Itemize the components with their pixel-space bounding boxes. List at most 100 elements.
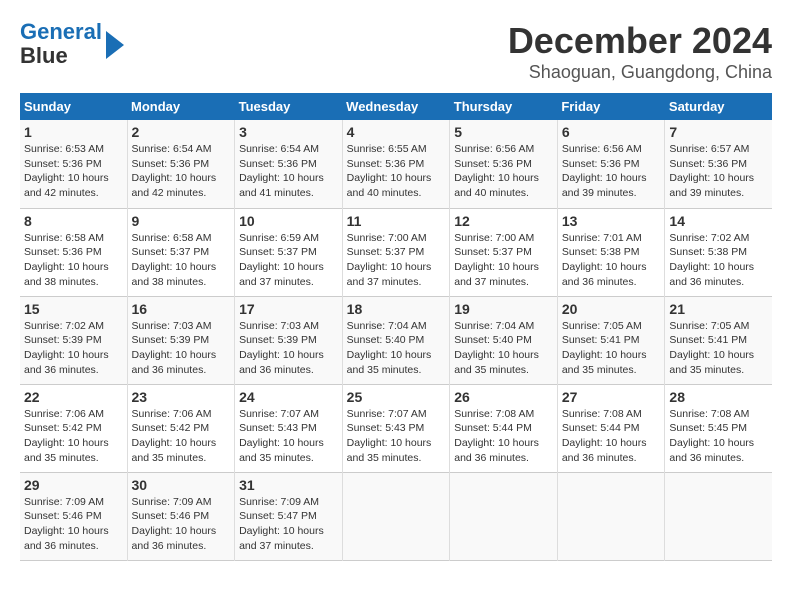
day-cell: 4 Sunrise: 6:55 AM Sunset: 5:36 PM Daylig… [342, 120, 450, 208]
calendar-table: SundayMondayTuesdayWednesdayThursdayFrid… [20, 93, 772, 561]
day-detail: Sunrise: 7:04 AM Sunset: 5:40 PM Dayligh… [347, 320, 432, 376]
day-detail: Sunrise: 7:02 AM Sunset: 5:38 PM Dayligh… [669, 232, 754, 288]
day-number: 21 [669, 301, 768, 317]
day-cell: 2Sunrise: 6:54 AM Sunset: 5:36 PM Daylig… [127, 120, 235, 208]
day-cell: 11 Sunrise: 7:00 AM Sunset: 5:37 PM Dayli… [342, 208, 450, 296]
day-number: 22 [24, 389, 123, 405]
header-row: SundayMondayTuesdayWednesdayThursdayFrid… [20, 93, 772, 120]
day-cell: 23 Sunrise: 7:06 AM Sunset: 5:42 PM Dayli… [127, 384, 235, 472]
header-saturday: Saturday [665, 93, 772, 120]
day-cell: 26Sunrise: 7:08 AM Sunset: 5:44 PM Dayli… [450, 384, 558, 472]
day-number: 2 [132, 124, 231, 140]
day-cell: 17Sunrise: 7:03 AM Sunset: 5:39 PM Dayli… [235, 296, 343, 384]
day-cell: 1Sunrise: 6:53 AM Sunset: 5:36 PM Daylig… [20, 120, 127, 208]
day-cell: 24 Sunrise: 7:07 AM Sunset: 5:43 PM Dayli… [235, 384, 343, 472]
day-cell: 31Sunrise: 7:09 AM Sunset: 5:47 PM Dayli… [235, 472, 343, 560]
day-cell [557, 472, 665, 560]
day-cell: 3Sunrise: 6:54 AM Sunset: 5:36 PM Daylig… [235, 120, 343, 208]
day-detail: Sunrise: 7:05 AM Sunset: 5:41 PM Dayligh… [669, 320, 754, 376]
day-number: 25 [347, 389, 446, 405]
day-detail: Sunrise: 6:55 AM Sunset: 5:36 PM Dayligh… [347, 143, 432, 199]
logo-general: General [20, 19, 102, 44]
day-detail: Sunrise: 6:56 AM Sunset: 5:36 PM Dayligh… [454, 143, 539, 199]
header-tuesday: Tuesday [235, 93, 343, 120]
logo-blue: Blue [20, 43, 68, 68]
day-cell: 28 Sunrise: 7:08 AM Sunset: 5:45 PM Dayli… [665, 384, 772, 472]
day-cell: 13 Sunrise: 7:01 AM Sunset: 5:38 PM Dayli… [557, 208, 665, 296]
logo-text: General Blue [20, 20, 102, 68]
day-detail: Sunrise: 7:02 AM Sunset: 5:39 PM Dayligh… [24, 320, 109, 376]
day-cell: 20 Sunrise: 7:05 AM Sunset: 5:41 PM Dayli… [557, 296, 665, 384]
week-row-5: 29 Sunrise: 7:09 AM Sunset: 5:46 PM Dayli… [20, 472, 772, 560]
day-detail: Sunrise: 7:08 AM Sunset: 5:45 PM Dayligh… [669, 408, 754, 464]
day-detail: Sunrise: 7:07 AM Sunset: 5:43 PM Dayligh… [239, 408, 324, 464]
day-cell: 21 Sunrise: 7:05 AM Sunset: 5:41 PM Dayli… [665, 296, 772, 384]
day-cell: 12Sunrise: 7:00 AM Sunset: 5:37 PM Dayli… [450, 208, 558, 296]
day-number: 28 [669, 389, 768, 405]
day-number: 17 [239, 301, 338, 317]
day-cell: 7 Sunrise: 6:57 AM Sunset: 5:36 PM Daylig… [665, 120, 772, 208]
day-cell: 27 Sunrise: 7:08 AM Sunset: 5:44 PM Dayli… [557, 384, 665, 472]
day-detail: Sunrise: 7:03 AM Sunset: 5:39 PM Dayligh… [132, 320, 217, 376]
day-number: 3 [239, 124, 338, 140]
day-number: 12 [454, 213, 553, 229]
day-number: 13 [562, 213, 661, 229]
day-number: 11 [347, 213, 446, 229]
day-detail: Sunrise: 7:06 AM Sunset: 5:42 PM Dayligh… [24, 408, 109, 464]
day-cell: 29 Sunrise: 7:09 AM Sunset: 5:46 PM Dayli… [20, 472, 127, 560]
day-number: 4 [347, 124, 446, 140]
day-detail: Sunrise: 7:00 AM Sunset: 5:37 PM Dayligh… [347, 232, 432, 288]
day-detail: Sunrise: 7:05 AM Sunset: 5:41 PM Dayligh… [562, 320, 647, 376]
day-cell: 19Sunrise: 7:04 AM Sunset: 5:40 PM Dayli… [450, 296, 558, 384]
day-detail: Sunrise: 7:09 AM Sunset: 5:47 PM Dayligh… [239, 496, 324, 552]
header-sunday: Sunday [20, 93, 127, 120]
day-detail: Sunrise: 7:06 AM Sunset: 5:42 PM Dayligh… [132, 408, 217, 464]
day-cell: 15 Sunrise: 7:02 AM Sunset: 5:39 PM Dayli… [20, 296, 127, 384]
day-number: 6 [562, 124, 661, 140]
day-detail: Sunrise: 7:09 AM Sunset: 5:46 PM Dayligh… [24, 496, 109, 552]
day-number: 1 [24, 124, 123, 140]
day-number: 20 [562, 301, 661, 317]
calendar-title: December 2024 [508, 20, 772, 62]
day-detail: Sunrise: 6:57 AM Sunset: 5:36 PM Dayligh… [669, 143, 754, 199]
day-number: 23 [132, 389, 231, 405]
day-number: 15 [24, 301, 123, 317]
header-thursday: Thursday [450, 93, 558, 120]
day-number: 18 [347, 301, 446, 317]
day-cell: 14 Sunrise: 7:02 AM Sunset: 5:38 PM Dayli… [665, 208, 772, 296]
day-number: 10 [239, 213, 338, 229]
logo: General Blue [20, 20, 124, 68]
day-cell: 6Sunrise: 6:56 AM Sunset: 5:36 PM Daylig… [557, 120, 665, 208]
day-number: 27 [562, 389, 661, 405]
day-cell [342, 472, 450, 560]
title-block: December 2024 Shaoguan, Guangdong, China [508, 20, 772, 83]
day-cell: 5 Sunrise: 6:56 AM Sunset: 5:36 PM Daylig… [450, 120, 558, 208]
day-detail: Sunrise: 6:58 AM Sunset: 5:37 PM Dayligh… [132, 232, 217, 288]
day-detail: Sunrise: 7:04 AM Sunset: 5:40 PM Dayligh… [454, 320, 539, 376]
day-detail: Sunrise: 7:08 AM Sunset: 5:44 PM Dayligh… [562, 408, 647, 464]
page-header: General Blue December 2024 Shaoguan, Gua… [20, 20, 772, 83]
day-cell: 16 Sunrise: 7:03 AM Sunset: 5:39 PM Dayli… [127, 296, 235, 384]
logo-arrow-icon [106, 31, 124, 59]
day-cell: 18 Sunrise: 7:04 AM Sunset: 5:40 PM Dayli… [342, 296, 450, 384]
day-detail: Sunrise: 7:09 AM Sunset: 5:46 PM Dayligh… [132, 496, 217, 552]
day-number: 14 [669, 213, 768, 229]
header-friday: Friday [557, 93, 665, 120]
day-number: 16 [132, 301, 231, 317]
day-number: 8 [24, 213, 123, 229]
day-cell [450, 472, 558, 560]
day-number: 7 [669, 124, 768, 140]
calendar-header: SundayMondayTuesdayWednesdayThursdayFrid… [20, 93, 772, 120]
day-number: 24 [239, 389, 338, 405]
day-detail: Sunrise: 7:01 AM Sunset: 5:38 PM Dayligh… [562, 232, 647, 288]
day-cell: 10Sunrise: 6:59 AM Sunset: 5:37 PM Dayli… [235, 208, 343, 296]
day-cell: 30 Sunrise: 7:09 AM Sunset: 5:46 PM Dayli… [127, 472, 235, 560]
day-cell: 8Sunrise: 6:58 AM Sunset: 5:36 PM Daylig… [20, 208, 127, 296]
day-number: 30 [132, 477, 231, 493]
day-detail: Sunrise: 7:08 AM Sunset: 5:44 PM Dayligh… [454, 408, 539, 464]
day-number: 29 [24, 477, 123, 493]
week-row-3: 15 Sunrise: 7:02 AM Sunset: 5:39 PM Dayli… [20, 296, 772, 384]
week-row-2: 8Sunrise: 6:58 AM Sunset: 5:36 PM Daylig… [20, 208, 772, 296]
week-row-1: 1Sunrise: 6:53 AM Sunset: 5:36 PM Daylig… [20, 120, 772, 208]
day-number: 5 [454, 124, 553, 140]
